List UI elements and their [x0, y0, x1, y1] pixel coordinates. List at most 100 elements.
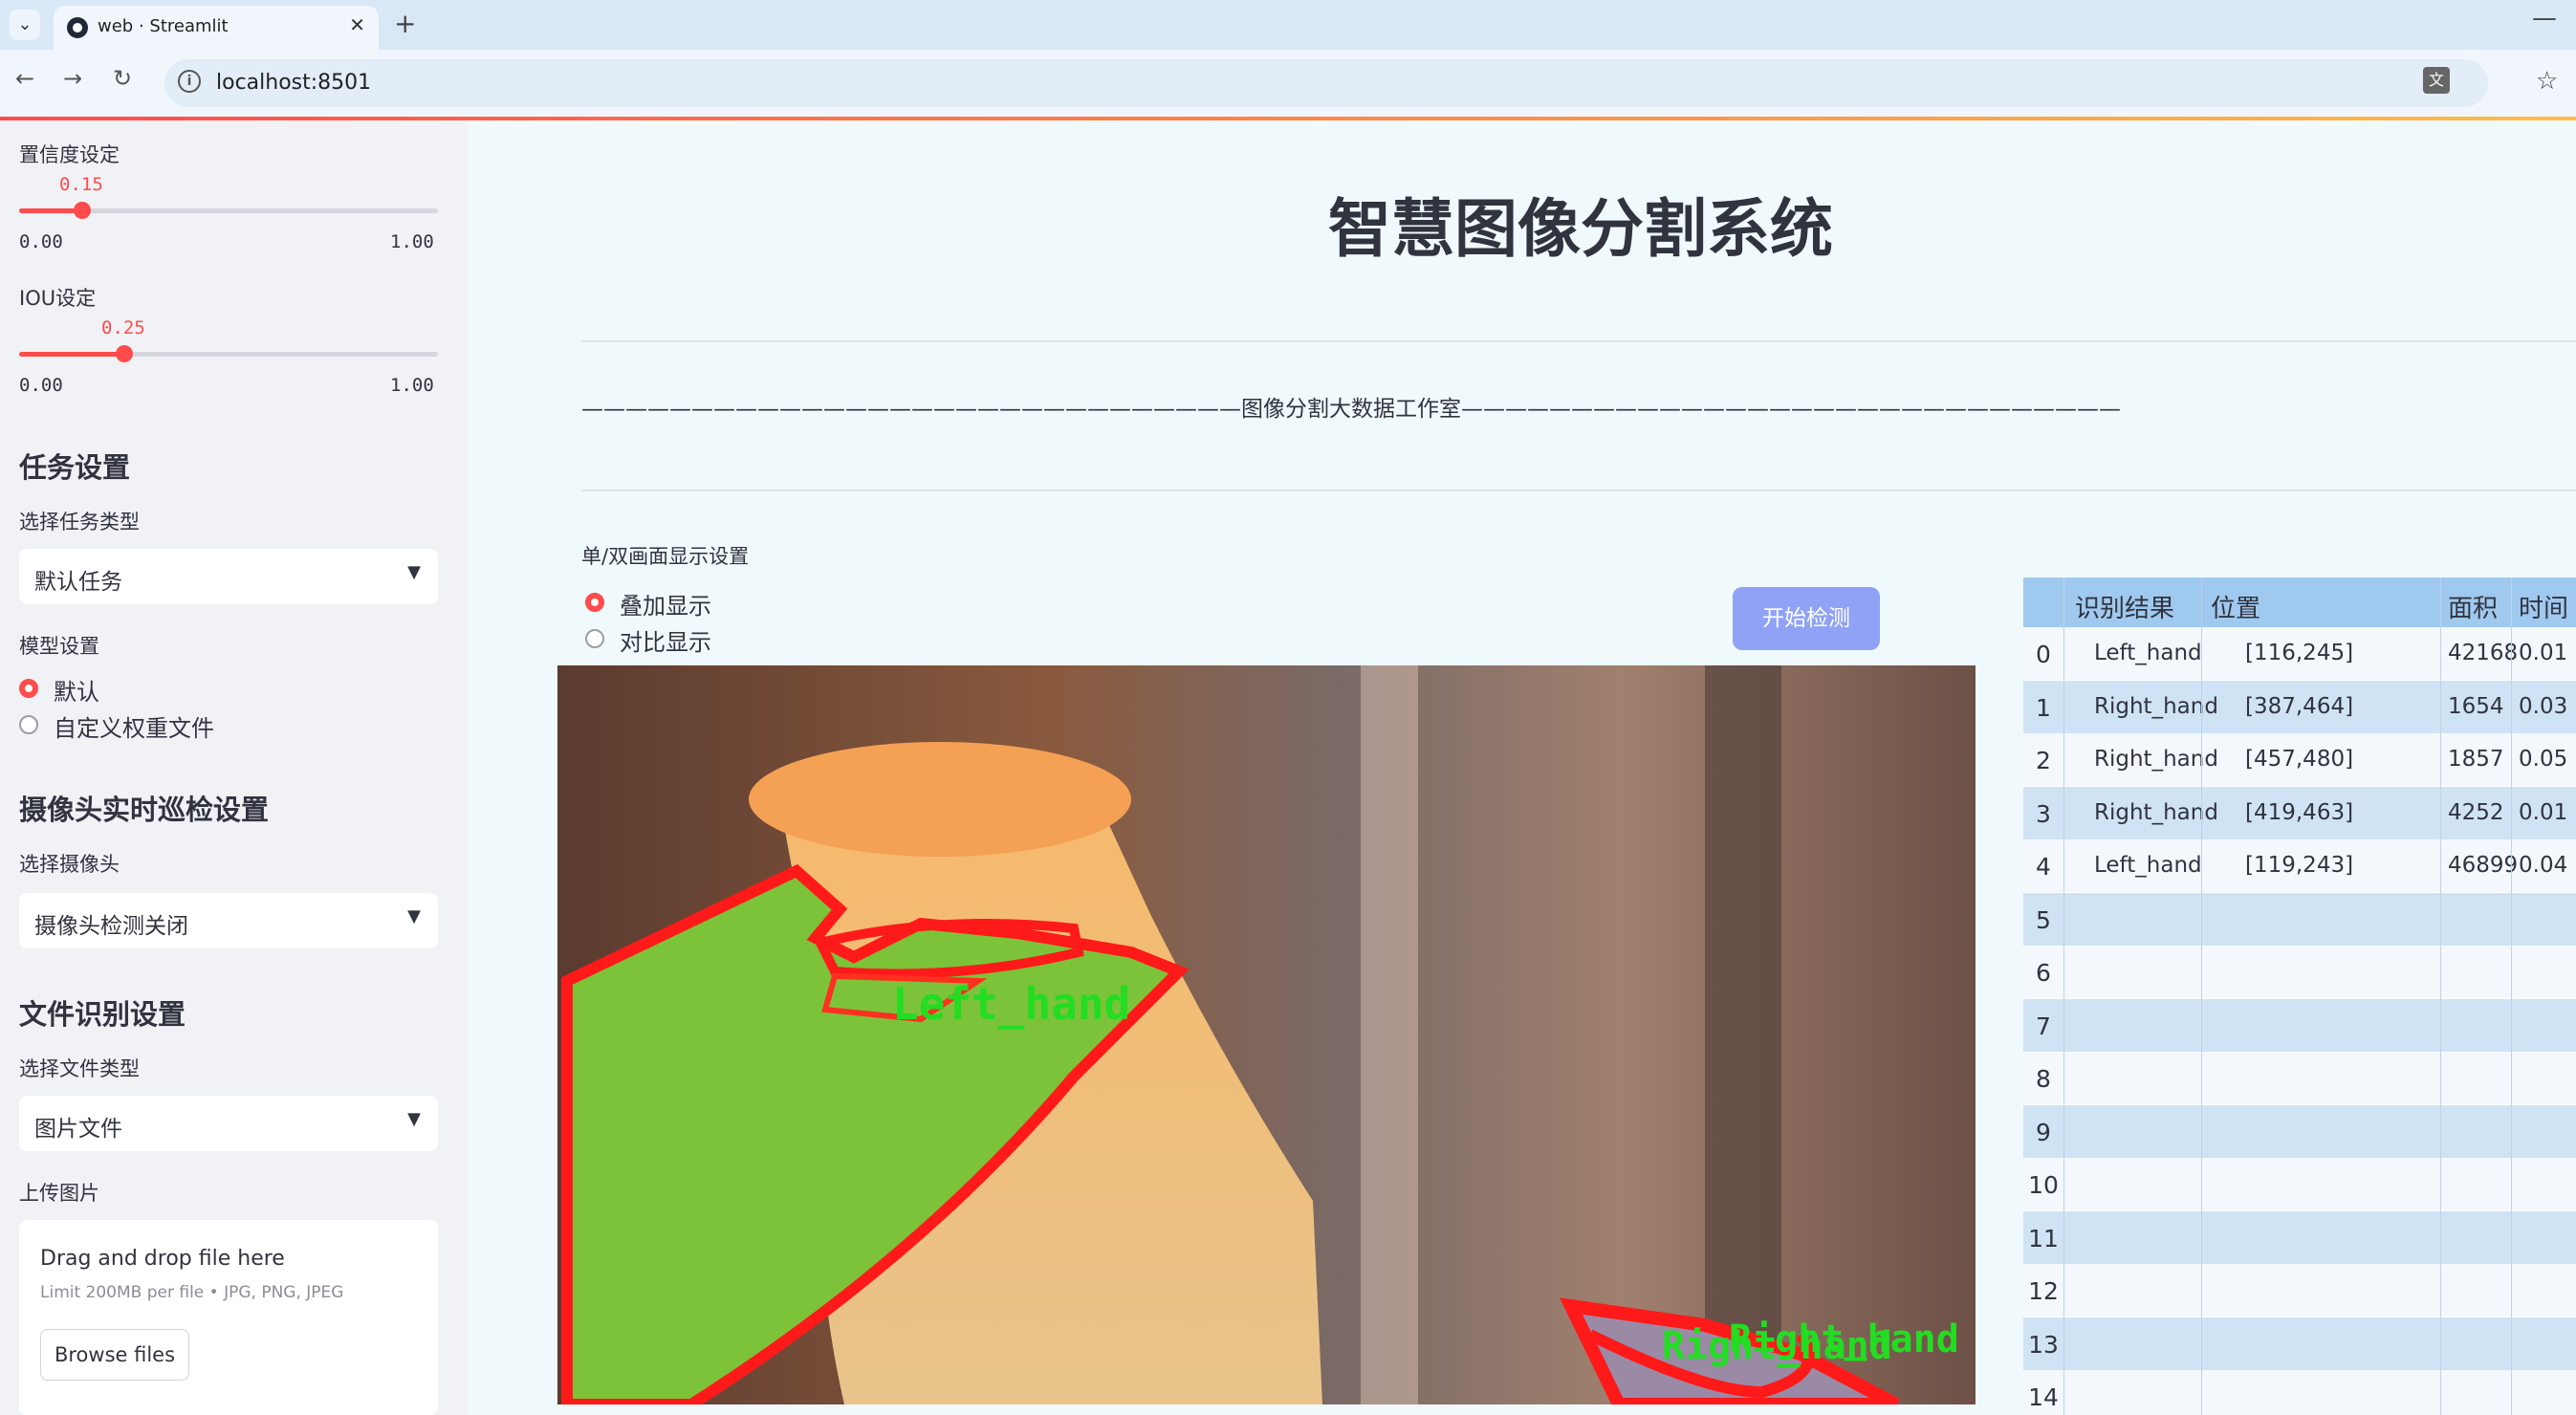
row-index: 13: [2028, 1330, 2059, 1359]
cell-time: 0.01: [2519, 799, 2568, 825]
browse-files-button[interactable]: Browse files: [40, 1329, 189, 1381]
row-index: 1: [2036, 693, 2051, 722]
display-option-overlay-label: 叠加显示: [620, 593, 711, 620]
column-divider: [2201, 577, 2202, 1415]
radio-selected-icon[interactable]: [585, 593, 604, 612]
tab-title: web · Streamlit: [98, 16, 229, 36]
row-index: 11: [2028, 1224, 2059, 1252]
camera-select[interactable]: 摄像头检测关闭 ▼: [19, 893, 438, 948]
translate-icon[interactable]: 文: [2423, 67, 2450, 94]
cell-position: [419,463]: [2245, 799, 2354, 825]
table-header: 识别结果 位置 面积 时间: [2023, 577, 2576, 627]
table-row[interactable]: 13: [2023, 1317, 2576, 1370]
header-area: 面积: [2448, 595, 2499, 623]
table-row[interactable]: 10: [2023, 1158, 2576, 1210]
dropzone-instructions: Drag and drop file here: [40, 1247, 285, 1271]
confidence-label: 置信度设定: [19, 143, 120, 166]
browser-tab-bar: ⌄ web · Streamlit ✕ + —: [0, 0, 2576, 50]
model-option-custom-label: 自定义权重文件: [54, 715, 214, 742]
back-arrow-icon[interactable]: ←: [15, 65, 34, 92]
camera-select-label: 选择摄像头: [19, 853, 120, 876]
cell-area: 4252: [2448, 799, 2504, 825]
table-row[interactable]: 0 Left_hand [116,245] 42168 0.01: [2023, 627, 2576, 680]
chevron-down-icon: ▼: [407, 906, 421, 926]
door-shadow: [1705, 665, 1781, 1404]
file-dropzone[interactable]: Drag and drop file here Limit 200MB per …: [19, 1220, 438, 1415]
cell-position: [457,480]: [2245, 747, 2354, 772]
radio-unselected-icon[interactable]: [585, 629, 604, 648]
segmentation-overlay-svg: Left_hand Right_hand Right_hand: [557, 665, 1976, 1404]
cell-area: 1857: [2448, 747, 2504, 772]
row-index: 6: [2036, 959, 2051, 987]
table-row[interactable]: 12: [2023, 1264, 2576, 1317]
file-type-select[interactable]: 图片文件 ▼: [19, 1096, 438, 1151]
cell-result: Right_hand: [2094, 693, 2218, 719]
segmentation-result-image: Left_hand Right_hand Right_hand: [557, 665, 1976, 1404]
dropzone-limit: Limit 200MB per file • JPG, PNG, JPEG: [40, 1283, 344, 1302]
radio-selected-icon[interactable]: [19, 679, 38, 698]
task-type-value: 默认任务: [34, 570, 122, 595]
streamlit-favicon-icon: [67, 17, 88, 38]
studio-banner: ——————————————————————————————图像分割大数据工作室…: [581, 397, 2121, 422]
table-row[interactable]: 4 Left_hand [119,243] 46899 0.04: [2023, 839, 2576, 892]
row-index: 10: [2028, 1171, 2059, 1199]
task-settings-heading: 任务设置: [19, 451, 131, 484]
radio-unselected-icon[interactable]: [19, 715, 38, 734]
header-result: 识别结果: [2075, 595, 2175, 623]
chevron-down-icon: ▼: [407, 562, 421, 582]
cell-position: [387,464]: [2245, 693, 2354, 719]
column-divider: [2440, 577, 2441, 1415]
model-option-default-label: 默认: [54, 679, 99, 706]
table-row[interactable]: 7: [2023, 998, 2576, 1052]
new-tab-icon[interactable]: +: [394, 8, 416, 39]
table-row[interactable]: 2 Right_hand [457,480] 1857 0.05: [2023, 733, 2576, 786]
iou-slider[interactable]: [19, 345, 438, 362]
task-type-label: 选择任务类型: [19, 511, 140, 533]
header-time: 时间: [2519, 595, 2569, 623]
divider: [581, 340, 2576, 342]
reload-icon[interactable]: ↻: [113, 65, 132, 92]
file-settings-heading: 文件识别设置: [19, 998, 186, 1031]
page-title: 智慧图像分割系统: [1328, 192, 1833, 266]
minimize-window-icon[interactable]: —: [2532, 4, 2557, 33]
address-bar[interactable]: i localhost:8501 文: [164, 59, 2488, 107]
table-row[interactable]: 14: [2023, 1370, 2576, 1415]
site-info-icon[interactable]: i: [178, 70, 201, 93]
cell-result: Left_hand: [2094, 641, 2202, 665]
url-text[interactable]: localhost:8501: [216, 71, 371, 95]
table-row[interactable]: 9: [2023, 1104, 2576, 1158]
row-index: 9: [2036, 1118, 2051, 1146]
start-detection-button[interactable]: 开始检测: [1733, 587, 1880, 650]
table-row[interactable]: 1 Right_hand [387,464] 1654 0.03: [2023, 680, 2576, 733]
sidebar: 置信度设定 0.15 0.00 1.00 IOU设定 0.25 0.00 1.0…: [0, 120, 469, 1415]
cell-result: Left_hand: [2094, 853, 2202, 878]
header-position: 位置: [2211, 595, 2261, 623]
cell-time: 0.03: [2519, 693, 2568, 719]
row-index: 0: [2036, 641, 2051, 668]
cell-result: Right_hand: [2094, 799, 2218, 825]
iou-slider-fill: [19, 352, 124, 357]
cell-position: [116,245]: [2245, 641, 2354, 665]
upload-label: 上传图片: [19, 1182, 99, 1205]
tab-list-dropdown-icon[interactable]: ⌄: [10, 10, 40, 40]
forward-arrow-icon[interactable]: →: [63, 65, 82, 92]
table-row[interactable]: 5: [2023, 892, 2576, 946]
display-mode-label: 单/双画面显示设置: [581, 545, 750, 568]
table-row[interactable]: 6: [2023, 946, 2576, 998]
table-row[interactable]: 3 Right_hand [419,463] 4252 0.01: [2023, 786, 2576, 839]
bookmark-star-icon[interactable]: ☆: [2536, 67, 2558, 96]
browser-tab[interactable]: web · Streamlit ✕: [54, 6, 379, 50]
results-table[interactable]: 识别结果 位置 面积 时间 0 Left_hand [116,245] 42168 0.…: [2023, 577, 2576, 1415]
chevron-down-icon: ▼: [407, 1109, 421, 1129]
table-row[interactable]: 11: [2023, 1210, 2576, 1264]
iou-slider-thumb[interactable]: [116, 345, 133, 362]
tab-close-icon[interactable]: ✕: [349, 13, 365, 36]
row-index: 8: [2036, 1065, 2051, 1093]
iou-max: 1.00: [390, 375, 434, 396]
table-row[interactable]: 8: [2023, 1052, 2576, 1104]
task-type-select[interactable]: 默认任务 ▼: [19, 549, 438, 604]
camera-settings-heading: 摄像头实时巡检设置: [19, 794, 270, 826]
cell-area: 1654: [2448, 693, 2504, 719]
divider: [581, 490, 2576, 491]
cell-result: Right_hand: [2094, 747, 2218, 772]
